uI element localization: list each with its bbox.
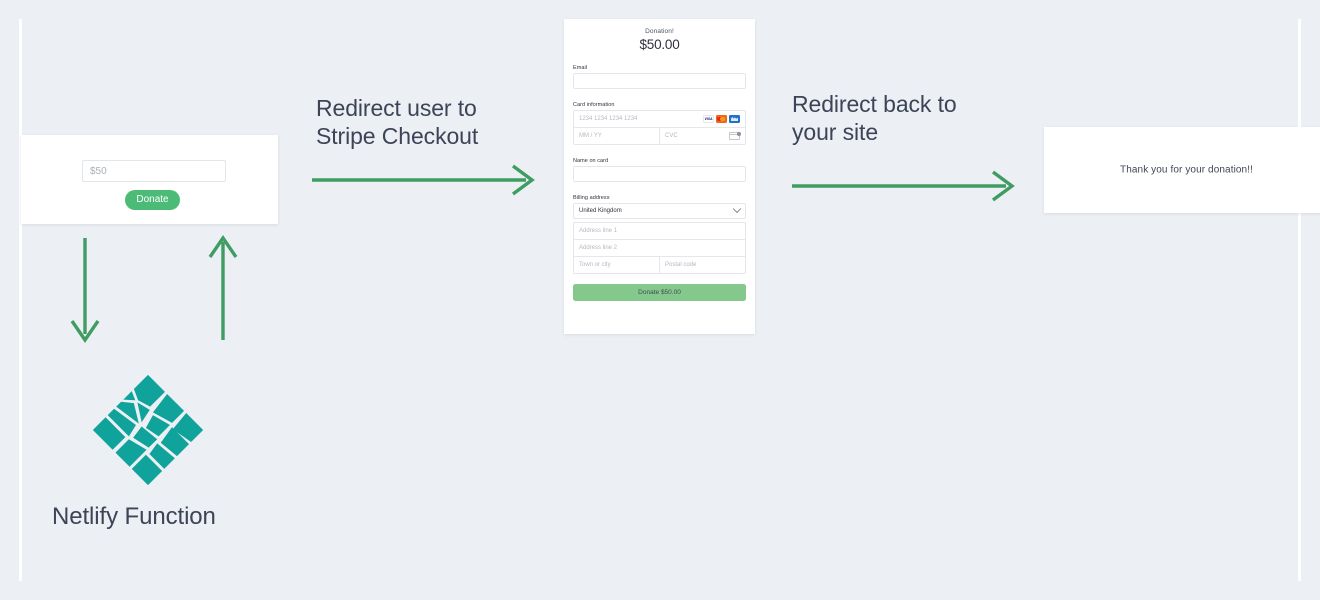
card-brand-icons: VISA — [703, 115, 740, 123]
cvc-card-icon — [729, 131, 741, 140]
stripe-checkout-panel: Donation! $50.00 Email Card information … — [564, 19, 755, 334]
thank-you-panel: Thank you for your donation!! — [1044, 127, 1320, 213]
visa-icon: VISA — [703, 115, 714, 123]
postal-code-field[interactable]: Postal code — [660, 257, 745, 273]
card-expiry-cvc-row: MM / YY CVC — [574, 128, 745, 144]
stripe-amount: $50.00 — [639, 37, 680, 52]
name-on-card-field[interactable] — [573, 166, 746, 182]
country-select[interactable]: United Kingdom — [573, 203, 746, 219]
name-on-card-label: Name on card — [573, 158, 609, 164]
address-line-1-field[interactable]: Address line 1 — [574, 223, 745, 239]
label-redirect-back-to-site: Redirect back to your site — [792, 91, 957, 146]
arrow-down-icon — [70, 238, 100, 344]
donation-amount-input[interactable] — [82, 160, 226, 182]
card-cvc-field[interactable]: CVC — [660, 128, 745, 144]
mastercard-icon — [716, 115, 727, 123]
card-information-group: 1234 1234 1234 1234 VISA MM / YY CVC — [573, 110, 746, 145]
arrow-right-icon-to-site — [792, 170, 1015, 202]
arrow-up-icon — [208, 234, 238, 340]
stripe-donate-submit-button[interactable]: Donate $50.00 — [573, 284, 746, 301]
cvc-placeholder: CVC — [665, 133, 678, 139]
arrow-right-icon-to-stripe — [312, 164, 535, 196]
country-select-value: United Kingdom — [579, 208, 622, 214]
address-line-2-row: Address line 2 — [574, 240, 745, 257]
card-number-field[interactable]: 1234 1234 1234 1234 VISA — [574, 111, 745, 127]
card-information-label: Card information — [573, 102, 615, 108]
email-field[interactable] — [573, 73, 746, 89]
netlify-diamond-logo — [92, 374, 204, 486]
thank-you-message: Thank you for your donation!! — [1120, 164, 1253, 176]
chevron-down-icon — [732, 204, 742, 214]
page-guide-left — [19, 19, 22, 581]
donate-widget-card: Donate — [21, 135, 278, 224]
address-group: Address line 1 Address line 2 Town or ci… — [573, 222, 746, 274]
address-line-1-row: Address line 1 — [574, 223, 745, 240]
email-label: Email — [573, 65, 588, 71]
donate-button[interactable]: Donate — [125, 190, 180, 210]
diagram-canvas: Donate Donation! $50.00 Email Card infor… — [0, 0, 1320, 600]
card-number-row: 1234 1234 1234 1234 VISA — [574, 111, 745, 128]
billing-address-label: Billing address — [573, 195, 610, 201]
town-postal-row: Town or city Postal code — [574, 257, 745, 273]
netlify-function-caption: Netlify Function — [52, 503, 216, 530]
amex-icon — [729, 115, 740, 123]
page-guide-right — [1298, 19, 1301, 581]
town-or-city-field[interactable]: Town or city — [574, 257, 660, 273]
card-expiry-field[interactable]: MM / YY — [574, 128, 660, 144]
card-number-placeholder: 1234 1234 1234 1234 — [579, 116, 638, 122]
stripe-title: Donation! — [645, 28, 674, 35]
address-line-2-field[interactable]: Address line 2 — [574, 240, 745, 256]
label-redirect-to-stripe: Redirect user to Stripe Checkout — [316, 95, 479, 150]
